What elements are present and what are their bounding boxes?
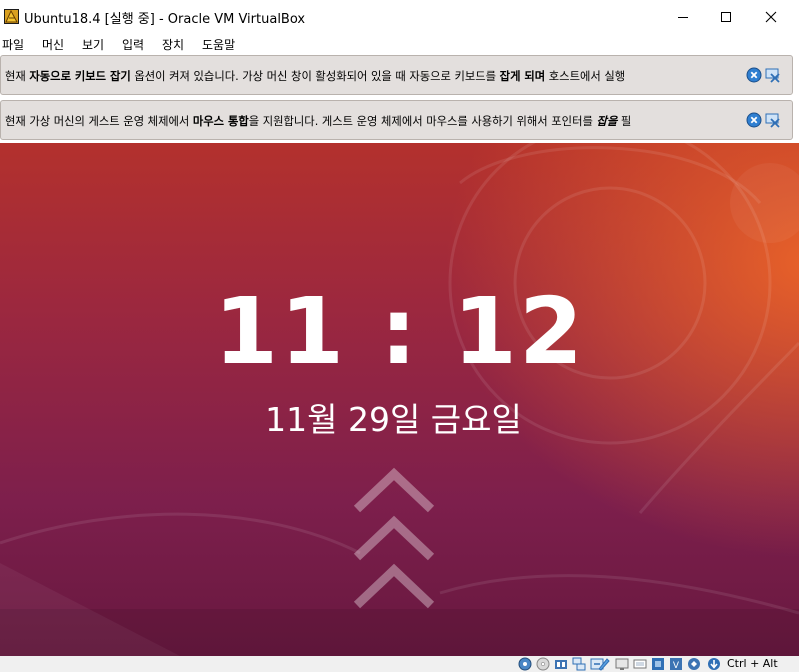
- lockscreen-clock: 11 : 12: [214, 278, 585, 385]
- network-icon[interactable]: [572, 657, 586, 671]
- menu-view[interactable]: 보기: [82, 36, 104, 53]
- notice-text-bold: 자동으로 키보드 잡기: [29, 70, 131, 83]
- do-not-show-again-icon[interactable]: [765, 67, 781, 83]
- menu-bar: 파일 머신 보기 입력 장치 도움말: [0, 33, 799, 54]
- vm-display[interactable]: 11 : 12 11월 29일 금요일: [0, 143, 799, 656]
- dismiss-notice-icon[interactable]: [746, 112, 762, 128]
- menu-machine[interactable]: 머신: [42, 36, 64, 53]
- mouse-integration-icon[interactable]: V: [669, 657, 683, 671]
- window-title: Ubuntu18.4 [실행 중] - Oracle VM VirtualBox: [24, 12, 306, 27]
- audio-icon[interactable]: [554, 657, 568, 671]
- notice-text-bold: 잡게 되며: [499, 70, 546, 83]
- mouse-integration-notice: 현재 가상 머신의 게스트 운영 체제에서 마우스 통합을 지원합니다. 게스트…: [0, 100, 793, 140]
- menu-file[interactable]: 파일: [2, 36, 24, 53]
- optical-drive-icon[interactable]: [536, 657, 550, 671]
- dismiss-notice-icon[interactable]: [746, 67, 762, 83]
- notice-text-part: 현재 가상 머신의 게스트 운영 체제에서: [5, 115, 193, 128]
- do-not-show-again-icon[interactable]: [765, 112, 781, 128]
- shared-folders-icon[interactable]: [597, 657, 611, 671]
- notice-text-part: 현재: [5, 70, 30, 83]
- notice-text-part: 호스트에서 실행: [545, 70, 626, 83]
- notice-text-part: 옵션이 켜져 있습니다. 가상 머신 창이 활성화되어 있을 때 자동으로 키보…: [130, 70, 500, 83]
- virtualbox-app-icon: [4, 9, 19, 24]
- svg-text:V: V: [673, 661, 680, 671]
- menu-input[interactable]: 입력: [122, 36, 144, 53]
- keyboard-icon[interactable]: [687, 657, 701, 671]
- menu-help[interactable]: 도움말: [202, 36, 235, 53]
- host-key-arrow-icon: [708, 658, 720, 670]
- close-button[interactable]: [748, 0, 794, 33]
- maximize-icon: [721, 11, 731, 22]
- notice-text-part: 을 지원합니다. 게스트 운영 체제에서 마우스를 사용하기 위해서 포인터를: [248, 115, 597, 128]
- maximize-button[interactable]: [703, 0, 749, 33]
- title-bar[interactable]: Ubuntu18.4 [실행 중] - Oracle VM VirtualBox: [0, 0, 799, 33]
- status-bar: V Ctrl + Alt: [0, 656, 799, 672]
- notice-text-bold: 잡을: [596, 115, 618, 128]
- close-icon: [765, 11, 777, 22]
- minimize-icon: [678, 16, 688, 18]
- swipe-up-arrows-icon[interactable]: [352, 465, 436, 613]
- cpu-icon[interactable]: [651, 657, 665, 671]
- notice-message: 현재 가상 머신의 게스트 운영 체제에서 마우스 통합을 지원합니다. 게스트…: [5, 113, 735, 129]
- lockscreen-date: 11월 29일 금요일: [265, 400, 522, 439]
- keyboard-capture-notice: 현재 자동으로 키보드 잡기 옵션이 켜져 있습니다. 가상 머신 창이 활성화…: [0, 55, 793, 95]
- notice-text-bold: 마우스 통합: [192, 115, 249, 128]
- video-capture-icon[interactable]: [633, 657, 647, 671]
- menu-devices[interactable]: 장치: [162, 36, 184, 53]
- hard-disk-icon[interactable]: [518, 657, 532, 671]
- display-icon[interactable]: [615, 657, 629, 671]
- host-key-label: Ctrl + Alt: [727, 657, 778, 670]
- notice-message: 현재 자동으로 키보드 잡기 옵션이 켜져 있습니다. 가상 머신 창이 활성화…: [5, 68, 735, 84]
- notice-text-part: 필: [617, 115, 632, 128]
- minimize-button[interactable]: [660, 0, 706, 33]
